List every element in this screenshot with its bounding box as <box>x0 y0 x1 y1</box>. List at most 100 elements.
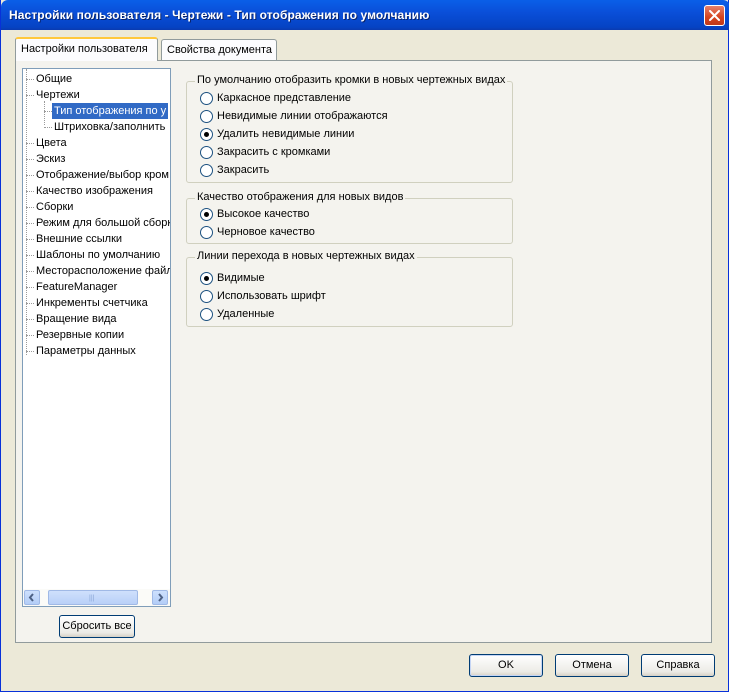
tree-connector <box>26 239 34 240</box>
radio-label: Черновое качество <box>217 226 315 238</box>
group-edges: По умолчанию отобразить кромки в новых ч… <box>186 74 513 183</box>
tree-item-label: Эскиз <box>36 153 66 165</box>
radio-button-checked[interactable] <box>200 272 213 285</box>
group-quality-title: Качество отображения для новых видов <box>195 191 406 203</box>
tree-connector <box>26 351 34 352</box>
tree-item[interactable]: Режим для большой сборк <box>23 215 170 231</box>
tree-item-label: Отображение/выбор кром <box>36 169 169 181</box>
tree-item[interactable]: Чертежи <box>23 87 170 103</box>
tree-item[interactable]: Инкременты счетчика <box>23 295 170 311</box>
tree-content: Общие Чертежи Тип отображения по у Штриховк… <box>23 69 170 588</box>
radio-label: Невидимые линии отображаются <box>217 110 388 122</box>
radio-label: Удаленные <box>217 308 275 320</box>
tree-connector <box>26 159 34 160</box>
radio-button[interactable] <box>200 110 213 123</box>
tree-connector <box>26 287 34 288</box>
radio-button[interactable] <box>200 308 213 321</box>
settings-tree[interactable]: Общие Чертежи Тип отображения по у Штриховк… <box>22 68 171 607</box>
tree-connector <box>26 319 34 320</box>
reset-all-button[interactable]: Сбросить все <box>59 615 135 638</box>
tree-item-label: Штриховка/заполнить <box>54 121 166 133</box>
ok-button[interactable]: OK <box>469 654 543 677</box>
radio-button[interactable] <box>200 92 213 105</box>
tree-connector <box>26 255 34 256</box>
tree-item-label: Внешние ссылки <box>36 233 123 245</box>
radio-button[interactable] <box>200 290 213 303</box>
tree-item-label: Инкременты счетчика <box>36 297 148 309</box>
tree-item[interactable]: Тип отображения по у <box>23 103 170 119</box>
tree-item-label: Качество изображения <box>36 185 153 197</box>
tab-label: Настройки пользователя <box>21 43 148 55</box>
scroll-left-button[interactable] <box>24 590 40 605</box>
tree-item-label: Месторасположение файл <box>36 265 171 277</box>
chevron-left-icon <box>28 593 34 602</box>
tree-item-label: Цвета <box>36 137 67 149</box>
group-tangent-title: Линии перехода в новых чертежных видах <box>195 250 417 262</box>
tab-user-settings[interactable]: Настройки пользователя <box>15 37 158 61</box>
tree-item[interactable]: Резервные копии <box>23 327 170 343</box>
radio-button-checked[interactable] <box>200 208 213 221</box>
tree-item[interactable]: Цвета <box>23 135 170 151</box>
cancel-button[interactable]: Отмена <box>555 654 629 677</box>
tree-item-label: Вращение вида <box>36 313 117 325</box>
radio-label: Использовать шрифт <box>217 290 326 302</box>
radio-label: Закрасить <box>217 164 270 176</box>
tree-connector <box>26 303 34 304</box>
tree-item-label: Тип отображения по у <box>52 103 169 119</box>
tree-item[interactable]: FeatureManager <box>23 279 170 295</box>
tree-item[interactable]: Отображение/выбор кром <box>23 167 170 183</box>
scroll-thumb[interactable]: ||| <box>48 590 138 605</box>
tree-item-label: Шаблоны по умолчанию <box>36 249 161 261</box>
horizontal-scrollbar[interactable]: ||| <box>23 589 170 606</box>
tree-item-label: Сборки <box>36 201 74 213</box>
tree-item[interactable]: Общие <box>23 71 170 87</box>
tree-item[interactable]: Эскиз <box>23 151 170 167</box>
group-edges-title: По умолчанию отобразить кромки в новых ч… <box>195 74 508 86</box>
group-tangent-lines: Линии перехода в новых чертежных видах В… <box>186 250 513 327</box>
tree-connector <box>44 111 52 112</box>
scroll-right-button[interactable] <box>152 590 168 605</box>
tree-item[interactable]: Месторасположение файл <box>23 263 170 279</box>
window-title: Настройки пользователя - Чертежи - Тип о… <box>9 8 430 22</box>
tree-item-label: Резервные копии <box>36 329 125 341</box>
radio-label: Высокое качество <box>217 208 310 220</box>
radio-label: Видимые <box>217 272 265 284</box>
tree-connector <box>26 143 34 144</box>
tree-connector <box>26 335 34 336</box>
radio-button-checked[interactable] <box>200 128 213 141</box>
tab-label: Свойства документа <box>167 44 272 56</box>
radio-button[interactable] <box>200 164 213 177</box>
chevron-right-icon <box>158 593 164 602</box>
tab-document-properties[interactable]: Свойства документа <box>161 39 277 60</box>
tree-connector <box>26 95 34 96</box>
tree-item[interactable]: Вращение вида <box>23 311 170 327</box>
tree-connector <box>26 175 34 176</box>
tree-item-label: Параметры данных <box>36 345 136 357</box>
tree-item[interactable]: Параметры данных <box>23 343 170 359</box>
radio-label: Удалить невидимые линии <box>217 128 355 140</box>
tree-item-label: FeatureManager <box>36 281 118 293</box>
group-quality: Качество отображения для новых видов Выс… <box>186 191 513 244</box>
close-icon <box>709 10 720 21</box>
tree-item[interactable]: Качество изображения <box>23 183 170 199</box>
tree-connector <box>26 191 34 192</box>
radio-label: Каркасное представление <box>217 92 352 104</box>
tree-item[interactable]: Внешние ссылки <box>23 231 170 247</box>
tree-item-label: Чертежи <box>36 89 80 101</box>
tree-item-label: Общие <box>36 73 73 85</box>
title-bar[interactable]: Настройки пользователя - Чертежи - Тип о… <box>1 0 729 30</box>
dialog-window: Настройки пользователя - Чертежи - Тип о… <box>0 0 729 692</box>
tree-connector <box>26 79 34 80</box>
tree-item-label: Режим для большой сборк <box>36 217 171 229</box>
close-button[interactable] <box>704 5 725 26</box>
tree-connector <box>26 207 34 208</box>
tree-item[interactable]: Шаблоны по умолчанию <box>23 247 170 263</box>
radio-button[interactable] <box>200 226 213 239</box>
tree-item[interactable]: Сборки <box>23 199 170 215</box>
tree-item[interactable]: Штриховка/заполнить <box>23 119 170 135</box>
tree-connector <box>44 127 52 128</box>
radio-button[interactable] <box>200 146 213 159</box>
help-button[interactable]: Справка <box>641 654 715 677</box>
tree-connector <box>26 223 34 224</box>
tree-connector <box>26 271 34 272</box>
